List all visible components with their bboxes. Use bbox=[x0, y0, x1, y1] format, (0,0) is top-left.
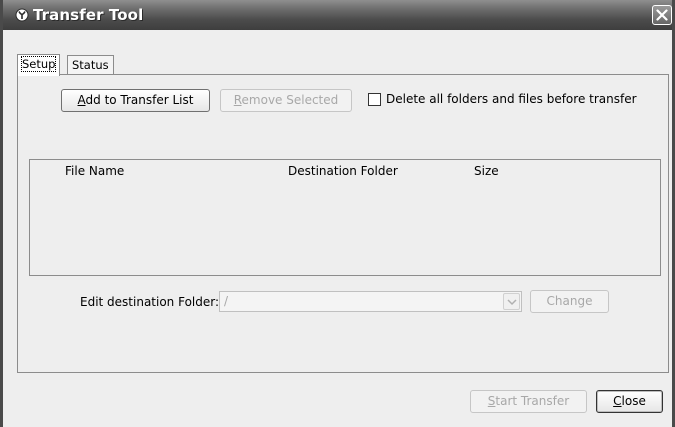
title-bar[interactable]: Transfer Tool bbox=[3, 0, 672, 30]
remove-button-label: emove Selected bbox=[241, 93, 339, 107]
add-button-label: dd to Transfer List bbox=[85, 93, 194, 107]
change-button[interactable]: Change bbox=[530, 290, 609, 313]
column-size[interactable]: Size bbox=[474, 164, 499, 178]
start-transfer-button[interactable]: Start Transfer bbox=[470, 390, 587, 413]
add-to-transfer-list-button[interactable]: Add to Transfer List bbox=[61, 89, 210, 112]
tab-setup-label: Setup bbox=[20, 56, 57, 72]
column-file-name[interactable]: File Name bbox=[65, 164, 124, 178]
close-icon bbox=[656, 9, 668, 21]
combo-dropdown-button[interactable] bbox=[503, 293, 520, 310]
tab-status[interactable]: Status bbox=[67, 55, 114, 75]
tab-status-label: Status bbox=[72, 58, 109, 72]
close-button-mnemonic: C bbox=[613, 394, 622, 408]
edit-destination-label: Edit destination Folder: bbox=[80, 295, 220, 309]
delete-before-transfer-label: Delete all folders and files before tran… bbox=[386, 92, 637, 106]
transfer-tool-window: Transfer Tool Setup Status Add to Transf… bbox=[0, 0, 675, 427]
close-button-label: lose bbox=[621, 394, 646, 408]
remove-selected-button[interactable]: Remove Selected bbox=[220, 89, 352, 112]
remove-button-mnemonic: R bbox=[233, 93, 242, 107]
app-logo-icon bbox=[15, 8, 29, 22]
start-button-label: tart Transfer bbox=[495, 394, 570, 408]
destination-folder-combo[interactable]: / bbox=[219, 291, 522, 312]
window-close-button[interactable] bbox=[652, 5, 672, 25]
change-button-label: Change bbox=[546, 294, 593, 308]
window-title: Transfer Tool bbox=[33, 6, 144, 24]
tab-setup[interactable]: Setup bbox=[17, 54, 61, 76]
destination-folder-value: / bbox=[224, 294, 229, 308]
chevron-down-icon bbox=[507, 299, 517, 306]
column-destination-folder[interactable]: Destination Folder bbox=[288, 164, 398, 178]
delete-before-transfer-checkbox[interactable] bbox=[368, 93, 381, 106]
add-button-mnemonic: A bbox=[77, 93, 86, 107]
close-button[interactable]: Close bbox=[596, 390, 663, 413]
